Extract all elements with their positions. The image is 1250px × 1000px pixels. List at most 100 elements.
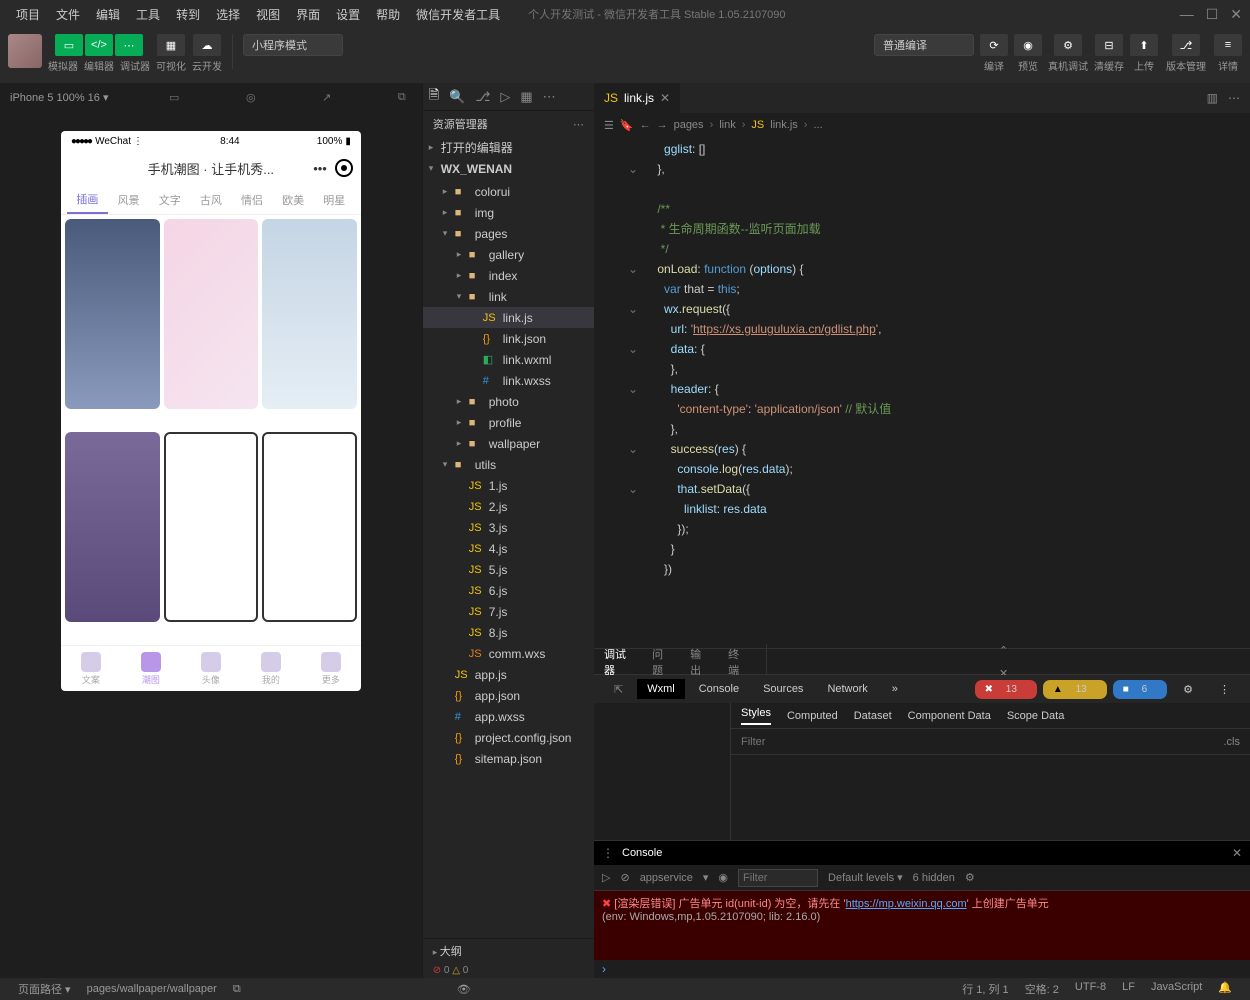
- file-6.js[interactable]: JS6.js: [423, 580, 594, 601]
- clear-icon[interactable]: ▷: [602, 871, 610, 884]
- file-1.js[interactable]: JS1.js: [423, 475, 594, 496]
- nav-item[interactable]: 头像: [181, 646, 241, 691]
- close-icon[interactable]: ✕: [1232, 846, 1242, 860]
- copy-icon[interactable]: ⧉: [225, 983, 249, 996]
- page-path[interactable]: pages/wallpaper/wallpaper: [79, 983, 225, 995]
- simulator-button[interactable]: ▭: [55, 34, 83, 56]
- more-icon[interactable]: ⋮: [602, 846, 614, 860]
- tab-wxml[interactable]: Wxml: [637, 679, 685, 699]
- menu-设置[interactable]: 设置: [328, 8, 368, 22]
- split-icon[interactable]: ▥: [1207, 91, 1218, 105]
- version-button[interactable]: ⎇: [1172, 34, 1200, 56]
- files-icon[interactable]: 🗎: [429, 86, 439, 108]
- file-7.js[interactable]: JS7.js: [423, 601, 594, 622]
- file-4.js[interactable]: JS4.js: [423, 538, 594, 559]
- category-tab[interactable]: 文字: [149, 185, 190, 214]
- list-icon[interactable]: ☰: [604, 119, 614, 132]
- compile-button[interactable]: ⟳: [980, 34, 1008, 56]
- debugger-button[interactable]: ⋯: [115, 34, 143, 56]
- close-icon[interactable]: ✕: [1230, 6, 1242, 23]
- section-open-editors[interactable]: ▸打开的编辑器: [423, 137, 594, 158]
- levels-select[interactable]: Default levels ▾: [828, 871, 903, 884]
- upload-button[interactable]: ⬆: [1130, 34, 1158, 56]
- wallpaper-card[interactable]: [65, 219, 160, 409]
- indent[interactable]: 空格: 2: [1017, 981, 1067, 997]
- chevron-up-icon[interactable]: ⌃: [999, 644, 1008, 657]
- menu-工具[interactable]: 工具: [128, 8, 168, 22]
- menu-文件[interactable]: 文件: [48, 8, 88, 22]
- ext-icon[interactable]: ▦: [520, 89, 532, 105]
- gear-icon[interactable]: ⚙: [1173, 679, 1203, 700]
- menu-视图[interactable]: 视图: [248, 8, 288, 22]
- editor-button[interactable]: </>: [85, 34, 113, 56]
- error-badge[interactable]: ✖ 13: [975, 680, 1037, 699]
- wallpaper-card[interactable]: [164, 219, 259, 409]
- detail-button[interactable]: ≡: [1214, 34, 1242, 56]
- menu-dots-icon[interactable]: •••: [313, 161, 327, 176]
- file-link.wxss[interactable]: #link.wxss: [423, 370, 594, 391]
- language[interactable]: JavaScript: [1143, 981, 1210, 997]
- target-icon[interactable]: [335, 159, 353, 177]
- back-icon[interactable]: ←: [640, 119, 651, 131]
- remote-button[interactable]: ⚙: [1054, 34, 1082, 56]
- tab-problems[interactable]: 问题: [652, 646, 672, 678]
- forward-icon[interactable]: →: [657, 119, 668, 131]
- inspect-icon[interactable]: ⇱: [604, 679, 633, 700]
- maximize-icon[interactable]: ☐: [1206, 6, 1219, 23]
- menu-选择[interactable]: 选择: [208, 8, 248, 22]
- file-8.js[interactable]: JS8.js: [423, 622, 594, 643]
- tab-scopedata[interactable]: Scope Data: [1007, 710, 1064, 722]
- folder-index[interactable]: ▸■index: [423, 265, 594, 286]
- debug-icon[interactable]: ▷: [500, 89, 510, 105]
- page-path-label[interactable]: 页面路径 ▾: [10, 981, 79, 997]
- hidden-count[interactable]: 6 hidden: [913, 872, 955, 884]
- category-tab[interactable]: 欧美: [273, 185, 314, 214]
- tab-terminal[interactable]: 终端: [728, 646, 748, 678]
- menu-界面[interactable]: 界面: [288, 8, 328, 22]
- cloud-button[interactable]: ☁: [193, 34, 221, 56]
- mode-select[interactable]: 小程序模式: [243, 34, 343, 56]
- bookmark-icon[interactable]: 🔖: [620, 119, 634, 132]
- folder-img[interactable]: ▸■img: [423, 202, 594, 223]
- folder-colorui[interactable]: ▸■colorui: [423, 181, 594, 202]
- menu-编辑[interactable]: 编辑: [88, 8, 128, 22]
- clear-button[interactable]: ⊟: [1095, 34, 1123, 56]
- file-2.js[interactable]: JS2.js: [423, 496, 594, 517]
- nav-item[interactable]: 我的: [241, 646, 301, 691]
- stop-icon[interactable]: ⊘: [620, 871, 629, 884]
- eye-icon[interactable]: ◉: [718, 871, 728, 884]
- nav-item[interactable]: 文案: [61, 646, 121, 691]
- wallpaper-card[interactable]: [65, 432, 160, 622]
- folder-pages[interactable]: ▾■pages: [423, 223, 594, 244]
- category-tab[interactable]: 风景: [108, 185, 149, 214]
- cursor-pos[interactable]: 行 1, 列 1: [954, 981, 1016, 997]
- menu-帮助[interactable]: 帮助: [368, 8, 408, 22]
- file-comm.wxs[interactable]: JScomm.wxs: [423, 643, 594, 664]
- compile-select[interactable]: 普通编译: [874, 34, 974, 56]
- search-icon[interactable]: 🔍: [449, 89, 465, 105]
- context-select[interactable]: appservice: [640, 872, 693, 884]
- wxml-tree[interactable]: [594, 703, 730, 840]
- file-3.js[interactable]: JS3.js: [423, 517, 594, 538]
- more-icon[interactable]: ⋯: [573, 118, 584, 131]
- minimize-icon[interactable]: —: [1180, 6, 1194, 23]
- device-icon[interactable]: ▭: [163, 91, 185, 104]
- console-filter-input[interactable]: [738, 869, 818, 887]
- eye-icon[interactable]: 👁: [449, 983, 479, 996]
- target-icon[interactable]: ◎: [240, 91, 262, 104]
- tab-linkjs[interactable]: JS link.js ✕: [594, 83, 680, 113]
- cls-toggle[interactable]: .cls: [1224, 736, 1241, 748]
- tab-console[interactable]: Console: [689, 679, 749, 699]
- file-sitemap.json[interactable]: {}sitemap.json: [423, 748, 594, 769]
- category-tab[interactable]: 古风: [190, 185, 231, 214]
- file-app.json[interactable]: {}app.json: [423, 685, 594, 706]
- category-tab[interactable]: 情侣: [231, 185, 272, 214]
- folder-wallpaper[interactable]: ▸■wallpaper: [423, 433, 594, 454]
- file-5.js[interactable]: JS5.js: [423, 559, 594, 580]
- file-app.wxss[interactable]: #app.wxss: [423, 706, 594, 727]
- menu-项目[interactable]: 项目: [8, 8, 48, 22]
- wallpaper-card[interactable]: [262, 219, 357, 409]
- avatar[interactable]: [8, 34, 42, 68]
- file-project.config.json[interactable]: {}project.config.json: [423, 727, 594, 748]
- tab-debugger[interactable]: 调试器: [604, 646, 634, 678]
